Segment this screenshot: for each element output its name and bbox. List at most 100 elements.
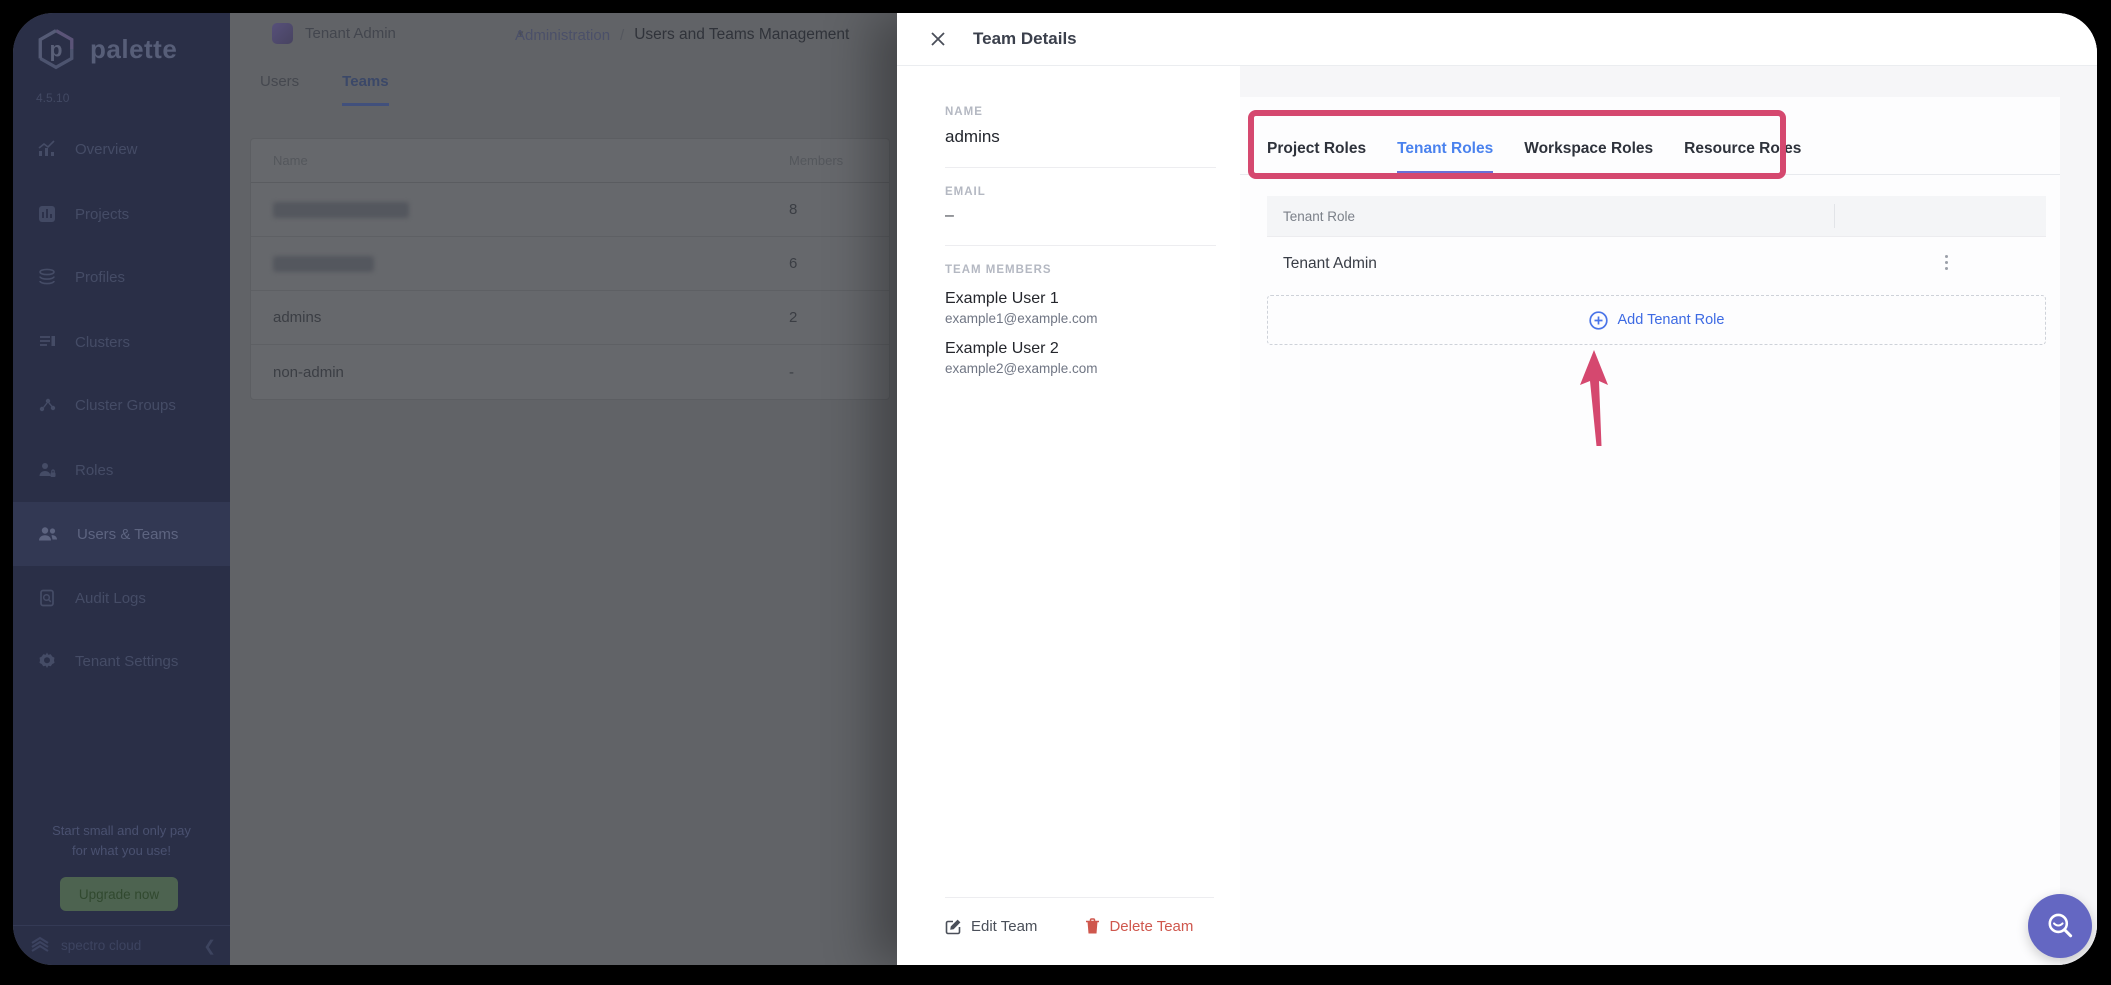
layers-stack-icon — [37, 267, 57, 287]
sidebar-item-label: Cluster Groups — [75, 397, 176, 414]
palette-hexagon-icon: p — [35, 28, 77, 70]
table-row[interactable]: non-admin - — [251, 345, 889, 399]
drawer-title: Team Details — [973, 29, 1077, 49]
divider — [945, 245, 1216, 246]
column-header-name[interactable]: Name — [251, 153, 789, 168]
promo-line-1: Start small and only pay — [13, 821, 230, 841]
doc-search-icon — [37, 588, 57, 608]
divider — [945, 167, 1216, 168]
breadcrumb-separator: / — [620, 27, 624, 44]
tenant-role-column-header: Tenant Role — [1283, 209, 1355, 224]
sidebar-item-label: Profiles — [75, 269, 125, 286]
scope-selector[interactable]: Tenant Admin ▾ — [272, 23, 523, 44]
add-tenant-role-label: Add Tenant Role — [1618, 312, 1725, 328]
edit-pencil-icon — [945, 918, 962, 935]
tab-resource-roles[interactable]: Resource Roles — [1684, 140, 1801, 174]
team-details-drawer: Team Details NAME admins EMAIL – TEAM ME… — [897, 13, 2097, 965]
edit-team-label: Edit Team — [971, 918, 1037, 935]
tenant-role-table: Tenant Role Tenant Admin Add Tenant Role — [1267, 196, 2046, 345]
palette-logo: p palette — [35, 28, 177, 70]
cluster-list-icon — [37, 332, 57, 352]
tab-project-roles[interactable]: Project Roles — [1267, 140, 1366, 174]
version-label: 4.5.10 — [36, 91, 69, 105]
tab-users[interactable]: Users — [260, 73, 299, 106]
sidebar-item-tenant-settings[interactable]: Tenant Settings — [13, 633, 230, 689]
team-actions: Edit Team Delete Team — [945, 897, 1214, 935]
role-tabs: Project Roles Tenant Roles Workspace Rol… — [1240, 97, 2060, 175]
member-name: Example User 2 — [945, 340, 1216, 358]
help-search-fab[interactable] — [2028, 894, 2092, 958]
team-summary-column: NAME admins EMAIL – TEAM MEMBERS Example… — [897, 66, 1240, 965]
network-nodes-icon — [37, 395, 57, 415]
column-header-members[interactable]: Members — [789, 153, 889, 168]
sidebar-footer: spectro cloud ❮ — [13, 925, 230, 965]
email-field-label: EMAIL — [945, 186, 1216, 198]
member-name: Example User 1 — [945, 290, 1216, 308]
table-row[interactable]: 6 — [251, 237, 889, 291]
team-members-cell: - — [789, 364, 889, 381]
email-field-value: – — [945, 207, 1216, 225]
roles-panel: Project Roles Tenant Roles Workspace Rol… — [1240, 66, 2097, 965]
bar-chart-card-icon — [37, 204, 57, 224]
tab-teams[interactable]: Teams — [342, 73, 388, 106]
page-title: Users and Teams Management — [634, 26, 849, 44]
sidebar-item-cluster-groups[interactable]: Cluster Groups — [13, 377, 230, 433]
sidebar-item-label: Overview — [75, 141, 138, 158]
trash-icon — [1085, 918, 1100, 935]
teams-table-header: Name Members — [251, 139, 889, 183]
delete-team-button[interactable]: Delete Team — [1085, 918, 1193, 935]
divider — [1834, 204, 1835, 228]
logo-wordmark: palette — [90, 34, 177, 65]
tab-workspace-roles[interactable]: Workspace Roles — [1524, 140, 1653, 174]
team-members-cell: 6 — [789, 255, 889, 272]
sidebar-item-label: Users & Teams — [77, 526, 178, 543]
spectro-cloud-icon — [27, 934, 53, 958]
gear-icon — [37, 651, 57, 671]
team-members-cell: 2 — [789, 309, 889, 326]
plus-circle-icon — [1589, 311, 1608, 330]
drawer-header: Team Details — [897, 13, 2097, 66]
redacted-name — [273, 256, 374, 272]
table-row[interactable]: admins 2 — [251, 291, 889, 345]
upgrade-promo-text: Start small and only pay for what you us… — [13, 821, 230, 861]
sidebar-item-label: Roles — [75, 462, 113, 479]
sidebar-item-users-teams[interactable]: Users & Teams — [13, 502, 230, 566]
tenant-role-row[interactable]: Tenant Admin — [1267, 237, 2046, 290]
sidebar-item-profiles[interactable]: Profiles — [13, 249, 230, 305]
team-member-item: Example User 1 example1@example.com — [945, 290, 1216, 326]
sidebar-item-clusters[interactable]: Clusters — [13, 314, 230, 370]
sidebar: p palette 4.5.10 Overview Projects Profi… — [13, 13, 230, 965]
team-members-cell: 8 — [789, 201, 889, 218]
upgrade-now-button[interactable]: Upgrade now — [60, 877, 178, 911]
tenant-role-table-header: Tenant Role — [1267, 196, 2046, 237]
add-tenant-role-button[interactable]: Add Tenant Role — [1267, 295, 2046, 345]
sidebar-item-projects[interactable]: Projects — [13, 186, 230, 242]
team-member-item: Example User 2 example2@example.com — [945, 340, 1216, 376]
tab-tenant-roles[interactable]: Tenant Roles — [1397, 140, 1493, 174]
sidebar-item-label: Audit Logs — [75, 590, 146, 607]
scope-selector-label: Tenant Admin — [305, 25, 396, 42]
users-teams-tabs: Users Teams — [260, 73, 389, 106]
tenant-role-value: Tenant Admin — [1283, 255, 1377, 273]
team-name-cell: admins — [251, 309, 789, 326]
collapse-sidebar-icon[interactable]: ❮ — [203, 937, 216, 955]
sidebar-item-label: Tenant Settings — [75, 653, 178, 670]
sidebar-item-label: Clusters — [75, 334, 130, 351]
sidebar-item-roles[interactable]: Roles — [13, 442, 230, 498]
table-row[interactable]: 8 — [251, 183, 889, 237]
sidebar-item-overview[interactable]: Overview — [13, 121, 230, 177]
line-chart-icon — [37, 139, 57, 159]
people-icon — [37, 524, 59, 544]
member-email: example2@example.com — [945, 361, 1216, 376]
sidebar-item-audit-logs[interactable]: Audit Logs — [13, 570, 230, 626]
kebab-menu-icon[interactable] — [1943, 253, 1950, 272]
edit-team-button[interactable]: Edit Team — [945, 918, 1037, 935]
close-icon[interactable] — [927, 28, 949, 50]
screenshot-stage: p palette 4.5.10 Overview Projects Profi… — [0, 0, 2111, 985]
delete-team-label: Delete Team — [1109, 918, 1193, 935]
team-name-cell — [251, 256, 789, 272]
breadcrumb-section[interactable]: Administration — [515, 27, 610, 44]
redacted-name — [273, 202, 409, 218]
team-name-cell: non-admin — [251, 364, 789, 381]
promo-line-2: for what you use! — [13, 841, 230, 861]
